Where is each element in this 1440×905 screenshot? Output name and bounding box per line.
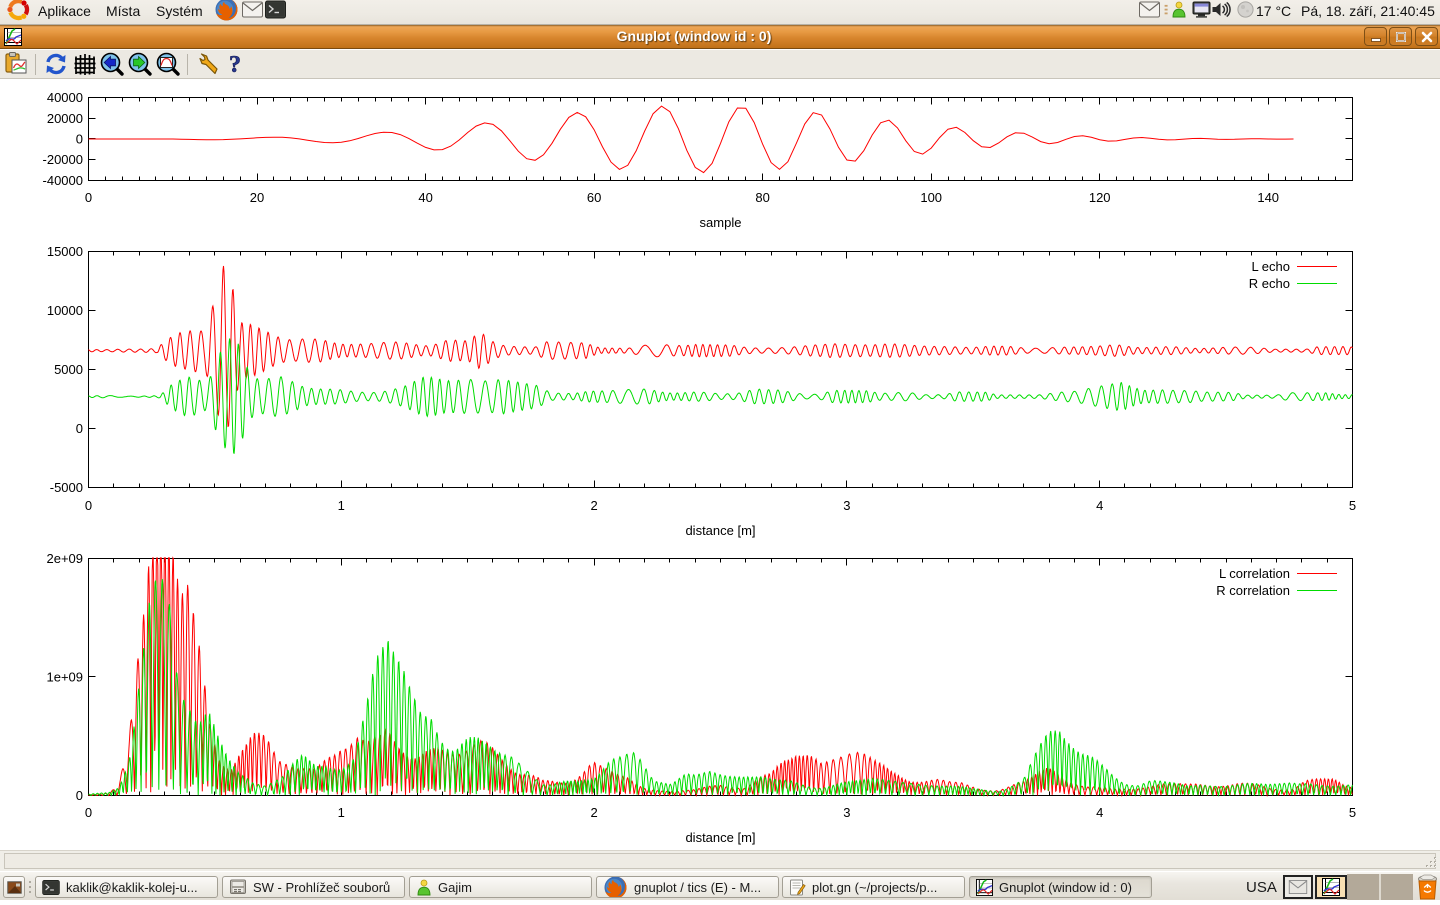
- svg-text:0: 0: [76, 421, 83, 436]
- svg-text:20: 20: [250, 190, 264, 205]
- svg-text:100: 100: [920, 190, 942, 205]
- svg-text:0: 0: [85, 498, 92, 513]
- svg-text:4: 4: [1096, 805, 1103, 820]
- svg-text:2: 2: [590, 805, 597, 820]
- svg-text:2: 2: [590, 498, 597, 513]
- svg-text:3: 3: [843, 805, 850, 820]
- svg-text:1: 1: [338, 805, 345, 820]
- svg-text:40000: 40000: [47, 90, 83, 105]
- svg-text:distance [m]: distance [m]: [685, 830, 755, 845]
- svg-text:L correlation: L correlation: [1219, 566, 1290, 581]
- svg-text:20000: 20000: [47, 111, 83, 126]
- svg-text:?: ?: [229, 52, 241, 77]
- svg-text:3: 3: [843, 498, 850, 513]
- svg-text:0: 0: [85, 190, 92, 205]
- svg-text:10000: 10000: [47, 303, 83, 318]
- svg-text:1: 1: [338, 498, 345, 513]
- svg-text:120: 120: [1089, 190, 1111, 205]
- svg-text:40: 40: [418, 190, 432, 205]
- svg-text:0: 0: [76, 132, 83, 147]
- svg-text:5: 5: [1349, 498, 1356, 513]
- svg-text:15000: 15000: [47, 244, 83, 259]
- svg-text:0: 0: [85, 805, 92, 820]
- svg-text:-20000: -20000: [43, 152, 83, 167]
- svg-text:distance [m]: distance [m]: [685, 523, 755, 538]
- svg-text:R echo: R echo: [1249, 276, 1290, 291]
- svg-text:0: 0: [76, 788, 83, 803]
- svg-text:R correlation: R correlation: [1216, 583, 1290, 598]
- svg-text:80: 80: [755, 190, 769, 205]
- svg-text:-5000: -5000: [50, 480, 83, 495]
- svg-text:4: 4: [1096, 498, 1103, 513]
- svg-text:5000: 5000: [54, 362, 83, 377]
- svg-text:L echo: L echo: [1251, 259, 1290, 274]
- svg-text:-40000: -40000: [43, 173, 83, 188]
- svg-text:sample: sample: [700, 215, 742, 230]
- svg-text:5: 5: [1349, 805, 1356, 820]
- svg-text:60: 60: [587, 190, 601, 205]
- svg-text:2e+09: 2e+09: [46, 551, 83, 566]
- svg-text:1e+09: 1e+09: [46, 670, 83, 685]
- svg-text:140: 140: [1257, 190, 1279, 205]
